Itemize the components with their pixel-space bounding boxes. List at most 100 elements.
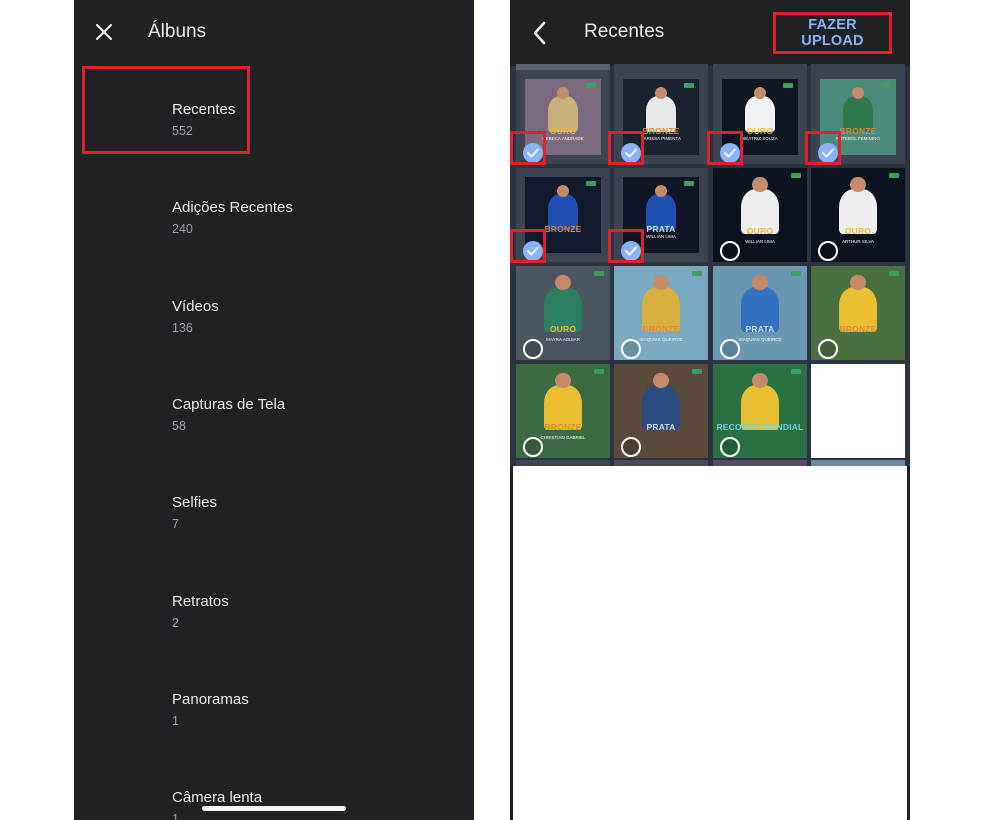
selected-checkbox[interactable] xyxy=(720,143,740,163)
photo-tile[interactable]: OURO MAYRA AGUIAR xyxy=(516,266,610,360)
athlete-figure xyxy=(752,373,768,389)
athlete-figure xyxy=(555,373,571,389)
album-count: 240 xyxy=(172,222,193,237)
album-name: Vídeos xyxy=(172,297,219,315)
check-icon xyxy=(527,246,539,256)
team-logo-icon xyxy=(692,270,703,276)
album-item[interactable]: Capturas de Tela 58 xyxy=(82,369,462,449)
check-icon xyxy=(625,246,637,256)
athlete-figure xyxy=(556,184,570,197)
album-item[interactable]: Panoramas 1 xyxy=(82,664,462,744)
selected-checkbox[interactable] xyxy=(523,143,543,163)
athlete-figure xyxy=(851,86,865,99)
album-name: Capturas de Tela xyxy=(172,395,286,413)
photo-tile[interactable]: RECORDE MUNDIAL xyxy=(713,364,807,458)
athlete-figure xyxy=(654,184,668,197)
photo-tile[interactable]: PRATA WILLIAN LIMA xyxy=(614,168,708,262)
athlete-figure xyxy=(850,275,866,291)
photo-tile[interactable]: BRONZE xyxy=(516,168,610,262)
selected-checkbox[interactable] xyxy=(621,241,641,261)
album-item[interactable]: Selfies 7 xyxy=(82,467,462,547)
home-indicator xyxy=(202,806,346,811)
check-icon xyxy=(724,148,736,158)
unselected-checkbox[interactable] xyxy=(720,339,740,359)
unselected-checkbox[interactable] xyxy=(523,339,543,359)
athlete-name: FUTEBOL FEMININO xyxy=(836,136,880,141)
empty-tile xyxy=(811,364,905,458)
athlete-name: WILLIAN LIMA xyxy=(646,234,676,239)
team-logo-icon xyxy=(889,172,900,178)
selected-checkbox[interactable] xyxy=(621,143,641,163)
check-icon xyxy=(822,148,834,158)
photo-tile[interactable]: OURO ARTHUR SILVA xyxy=(811,168,905,262)
photo-tile[interactable]: BRONZE FUTEBOL FEMININO xyxy=(811,70,905,164)
photo-tile[interactable]: BRONZE xyxy=(811,266,905,360)
grid-edge-right xyxy=(907,466,910,820)
album-count: 136 xyxy=(172,320,193,335)
empty-area xyxy=(513,466,907,820)
photo-tile[interactable]: OURO REBECA ANDRADE xyxy=(516,70,610,164)
photo-tile[interactable]: OURO WILLIAN LIMA xyxy=(713,168,807,262)
unselected-checkbox[interactable] xyxy=(720,241,740,261)
unselected-checkbox[interactable] xyxy=(523,437,543,457)
athlete-name: BEATRIZ SOUZA xyxy=(742,136,778,141)
check-icon xyxy=(625,148,637,158)
athlete-figure xyxy=(752,275,768,291)
team-logo-icon xyxy=(684,82,695,88)
team-logo-icon xyxy=(594,368,605,374)
medal-label: OURO xyxy=(746,126,774,137)
photo-tile[interactable]: BRONZE ISAQUIAS QUEIROZ xyxy=(614,266,708,360)
album-name: Câmera lenta xyxy=(172,789,263,807)
team-logo-icon xyxy=(684,180,695,186)
medal-label: PRATA xyxy=(646,422,676,433)
album-name: Recentes xyxy=(172,101,236,118)
album-item[interactable]: Retratos 2 xyxy=(82,566,462,646)
team-logo-icon xyxy=(791,270,802,276)
team-logo-icon xyxy=(586,82,597,88)
medal-label: BRONZE xyxy=(544,224,582,235)
album-item[interactable]: Vídeos 136 xyxy=(82,271,462,351)
album-count: 1 xyxy=(172,812,179,820)
medal-label: OURO xyxy=(844,226,872,237)
album-name: Selfies xyxy=(172,494,218,512)
medal-label: RECORDE MUNDIAL xyxy=(716,422,804,433)
upload-button[interactable]: FAZER UPLOAD xyxy=(773,12,892,54)
photo-tile[interactable]: PRATA xyxy=(614,364,708,458)
medal-label: BRONZE xyxy=(839,324,877,335)
unselected-checkbox[interactable] xyxy=(621,339,641,359)
selected-checkbox[interactable] xyxy=(818,143,838,163)
unselected-checkbox[interactable] xyxy=(818,339,838,359)
album-item[interactable]: Câmera lenta 1 xyxy=(82,762,462,820)
back-button[interactable] xyxy=(528,20,552,46)
album-item[interactable]: Recentes 552 xyxy=(82,74,462,154)
close-button[interactable] xyxy=(92,20,116,44)
unselected-checkbox[interactable] xyxy=(818,241,838,261)
albums-panel: Álbuns Recentes 552 Adições Recentes 240 Víd… xyxy=(74,0,474,820)
unselected-checkbox[interactable] xyxy=(621,437,641,457)
photo-tile[interactable]: BRONZE LARISSA PIMENTA xyxy=(614,70,708,164)
photo-tile[interactable]: OURO BEATRIZ SOUZA xyxy=(713,70,807,164)
athlete-figure xyxy=(555,275,571,291)
athlete-figure xyxy=(556,86,570,99)
photos-title: Recentes xyxy=(584,21,665,42)
unselected-checkbox[interactable] xyxy=(720,437,740,457)
team-logo-icon xyxy=(594,270,605,276)
album-count: 552 xyxy=(172,124,193,138)
album-item[interactable]: Adições Recentes 240 xyxy=(82,172,462,252)
album-count: 58 xyxy=(172,418,186,433)
photo-tile[interactable]: PRATA ISAQUIAS QUEIROZ xyxy=(713,266,807,360)
selected-checkbox[interactable] xyxy=(523,241,543,261)
album-count: 2 xyxy=(172,615,179,630)
medal-label: OURO xyxy=(746,226,774,237)
album-name: Retratos xyxy=(172,592,229,610)
medal-label: PRATA xyxy=(745,324,775,335)
team-logo-icon xyxy=(881,82,892,88)
athlete-figure xyxy=(753,86,767,99)
team-logo-icon xyxy=(889,270,900,276)
album-name: Adições Recentes xyxy=(172,199,293,217)
medal-label: OURO xyxy=(549,126,577,137)
athlete-figure xyxy=(653,373,669,389)
photo-tile[interactable]: BRONZE CHRISTIAN GABRIEL xyxy=(516,364,610,458)
close-icon xyxy=(95,23,113,41)
team-logo-icon xyxy=(692,368,703,374)
